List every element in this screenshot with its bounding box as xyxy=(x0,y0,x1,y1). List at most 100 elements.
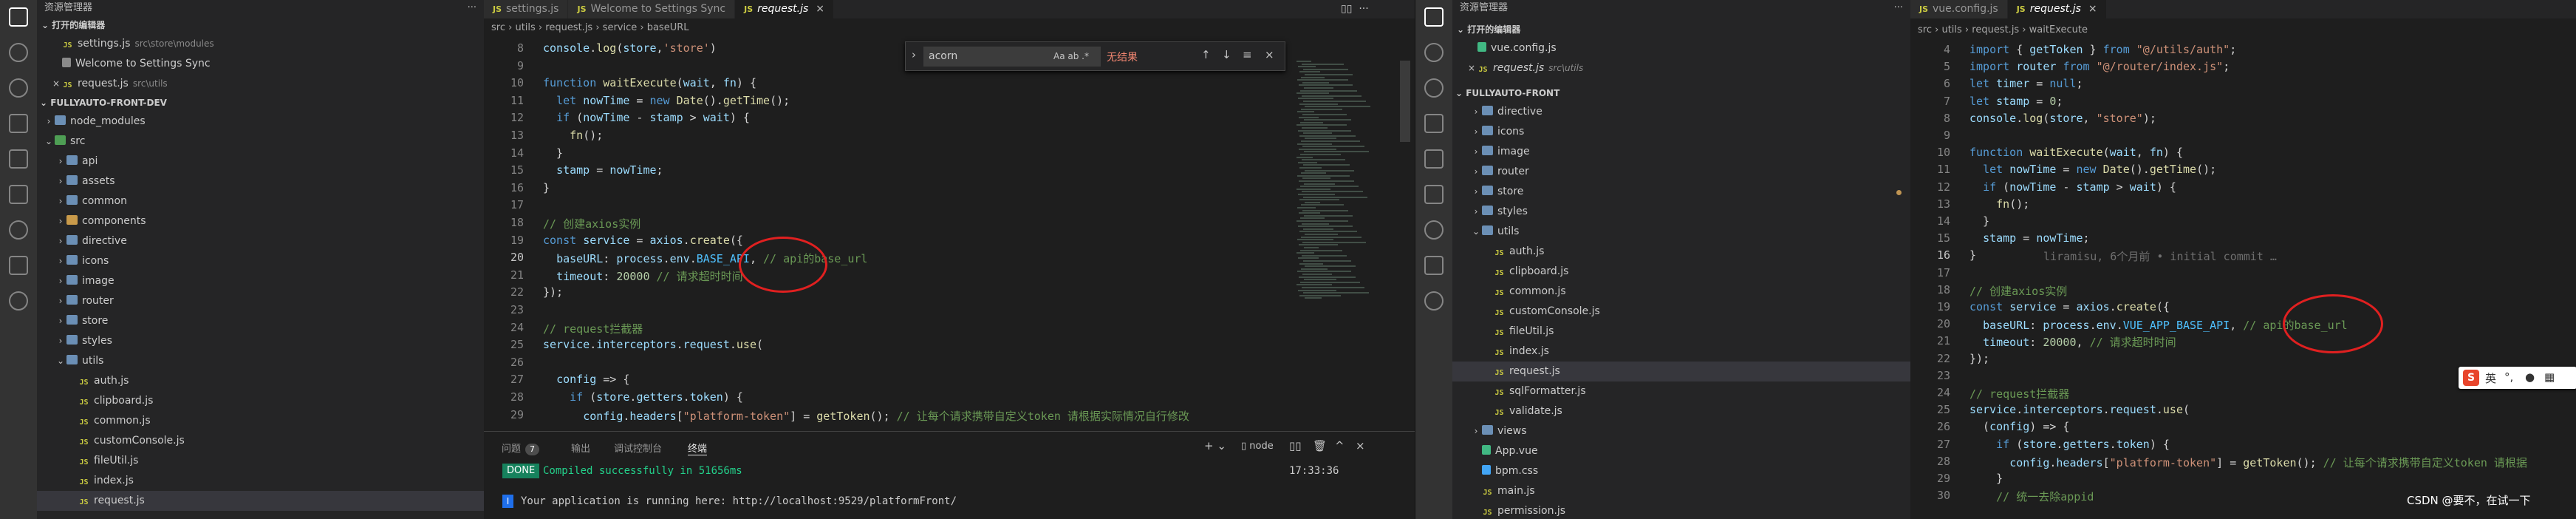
explorer-icon[interactable] xyxy=(1424,7,1444,27)
editor-tab[interactable]: JS Welcome to Settings Sync xyxy=(568,0,736,18)
breadcrumb-item[interactable]: request.js xyxy=(545,22,592,33)
ime-keyboard-icon[interactable]: ▦ xyxy=(2544,370,2555,384)
close-tab-icon[interactable]: × xyxy=(816,3,824,15)
breadcrumb-item[interactable]: baseURL xyxy=(647,22,689,33)
search-icon[interactable] xyxy=(1424,43,1444,62)
tree-item-src[interactable]: ⌄ src xyxy=(37,132,484,152)
open-editors-header[interactable]: ⌄ 打开的编辑器 xyxy=(1452,21,1910,38)
tree-item-clipboard-js[interactable]: JS clipboard.js xyxy=(37,391,484,411)
split-terminal-icon[interactable]: ▯▯ xyxy=(1289,439,1302,452)
project-header[interactable]: ⌄ FULLYAUTO-FRONT xyxy=(1452,84,1910,102)
source-control-icon[interactable] xyxy=(1424,78,1444,98)
maximize-panel-icon[interactable]: ^ xyxy=(1335,439,1345,452)
explorer-icon[interactable] xyxy=(9,7,28,27)
ime-toolbar[interactable]: S 英 °, ● ▦ xyxy=(2459,367,2576,389)
terminal-name[interactable]: ▯ node xyxy=(1241,441,1274,452)
tree-item-auth-js[interactable]: JS auth.js xyxy=(1452,242,1910,262)
project-header[interactable]: ⌄ FULLYAUTO-FRONT-DEV xyxy=(37,94,484,112)
run-debug-icon[interactable] xyxy=(9,114,28,133)
search-icon[interactable] xyxy=(9,43,28,62)
split-editor-icon[interactable]: ▯▯ xyxy=(1341,3,1352,15)
tree-item-icons[interactable]: › icons xyxy=(37,251,484,271)
toggle-replace-icon[interactable]: › xyxy=(912,48,916,61)
vue-icon[interactable] xyxy=(1424,185,1444,204)
tree-item-request-js[interactable]: JS request.js xyxy=(1452,362,1910,381)
tree-item-icons[interactable]: › icons xyxy=(1452,122,1910,142)
breadcrumb-item[interactable]: request.js xyxy=(1972,24,2019,35)
close-editor-icon[interactable]: × xyxy=(1466,58,1477,78)
tree-item-router[interactable]: › router xyxy=(37,291,484,311)
code-editor[interactable]: 4 import { getToken } from "@/utils/auth"… xyxy=(1910,43,2576,519)
new-terminal-icon[interactable]: + ⌄ xyxy=(1204,439,1226,452)
editor-tab[interactable]: JS request.js × xyxy=(2007,0,2107,18)
breadcrumb-item[interactable]: src xyxy=(491,22,505,33)
tree-item-directive[interactable]: › directive xyxy=(1452,102,1910,122)
git-graph-icon[interactable] xyxy=(9,220,28,240)
open-editor-item[interactable]: vue.config.js xyxy=(1452,38,1910,58)
breadcrumb-item[interactable]: utils xyxy=(1941,24,1961,35)
editor-tab[interactable]: JS vue.config.js xyxy=(1910,0,2008,18)
open-editor-item[interactable]: Welcome to Settings Sync xyxy=(37,54,484,74)
editor-scrollbar[interactable] xyxy=(1400,61,1410,142)
close-panel-icon[interactable]: × xyxy=(1356,439,1365,452)
ime-punctuation-icon[interactable]: °, xyxy=(2504,370,2513,384)
tree-item-fileutil-js[interactable]: JS fileUtil.js xyxy=(1452,322,1910,342)
tree-item-index-js[interactable]: JS index.js xyxy=(1452,342,1910,362)
editor-tab[interactable]: JS request.js × xyxy=(735,0,835,18)
minimap[interactable] xyxy=(1296,61,1385,312)
run-debug-icon[interactable] xyxy=(1424,114,1444,133)
tree-item-store[interactable]: › store xyxy=(37,311,484,331)
tree-item-customconsole-js[interactable]: JS customConsole.js xyxy=(1452,302,1910,322)
ime-mic-icon[interactable]: ● xyxy=(2525,370,2535,384)
extensions-icon[interactable] xyxy=(1424,149,1444,169)
extra-tools-icon[interactable] xyxy=(1424,256,1444,275)
tree-item-customconsole-js[interactable]: JS customConsole.js xyxy=(37,431,484,451)
git-graph-icon[interactable] xyxy=(1424,220,1444,240)
tree-item-index-js[interactable]: JS index.js xyxy=(37,471,484,491)
more-actions-icon[interactable]: ··· xyxy=(468,0,476,16)
tree-item-validate-js[interactable]: JS validate.js xyxy=(1452,401,1910,421)
breadcrumb-item[interactable]: waitExecute xyxy=(2029,24,2088,35)
tab-output[interactable]: 输出 xyxy=(571,441,590,455)
tree-item-common-js[interactable]: JS common.js xyxy=(1452,282,1910,302)
tab-debug-console[interactable]: 调试控制台 xyxy=(614,441,662,455)
more-actions-icon[interactable]: ··· xyxy=(1894,0,1903,16)
find-options-icon[interactable]: Aa ab .* xyxy=(1053,51,1089,61)
tree-item-image[interactable]: › image xyxy=(1452,142,1910,162)
tree-item-common-js[interactable]: JS common.js xyxy=(37,411,484,431)
tree-item-components[interactable]: › components xyxy=(37,211,484,231)
open-editor-item[interactable]: JS settings.js src\store\modules xyxy=(37,34,484,54)
tree-item-app-vue[interactable]: App.vue xyxy=(1452,441,1910,461)
previous-match-icon[interactable]: ↑ xyxy=(1201,48,1211,61)
tree-item-node_modules[interactable]: › node_modules xyxy=(37,112,484,132)
tree-item-styles[interactable]: › styles xyxy=(1452,202,1910,222)
next-match-icon[interactable]: ↓ xyxy=(1222,48,1231,61)
tree-item-main-js[interactable]: JS main.js xyxy=(1452,481,1910,501)
tab-terminal[interactable]: 终端 xyxy=(688,441,708,455)
tree-item-store[interactable]: › store xyxy=(1452,182,1910,202)
code-editor[interactable]: 8 console.log(store,'store') 9 10 function w… xyxy=(484,41,1296,426)
tree-item-styles[interactable]: › styles xyxy=(37,331,484,351)
close-tab-icon[interactable]: × xyxy=(2088,3,2097,15)
tree-item-bpm-css[interactable]: bpm.css xyxy=(1452,461,1910,481)
more-editor-actions-icon[interactable]: ··· xyxy=(1359,3,1368,15)
vue-icon[interactable] xyxy=(9,185,28,204)
tree-item-directive[interactable]: › directive xyxy=(37,231,484,251)
tree-item-auth-js[interactable]: JS auth.js xyxy=(37,371,484,391)
remote-icon[interactable] xyxy=(9,291,28,311)
open-editor-item[interactable]: × JS request.js src\utils xyxy=(1452,58,1910,78)
open-editor-item[interactable]: × JS request.js src\utils xyxy=(37,74,484,94)
tab-problems[interactable]: 问题 7 xyxy=(502,441,540,455)
tree-item-permission-js[interactable]: JS permission.js xyxy=(1452,501,1910,519)
kill-terminal-icon[interactable]: 🗑 xyxy=(1313,439,1327,452)
tree-item-utils[interactable]: ⌄ utils xyxy=(1452,222,1910,242)
tree-item-views[interactable]: › views xyxy=(1452,421,1910,441)
close-find-icon[interactable]: × xyxy=(1265,48,1274,61)
tree-item-router[interactable]: › router xyxy=(1452,162,1910,182)
editor-tab[interactable]: JS settings.js xyxy=(484,0,569,18)
breadcrumb-item[interactable]: src xyxy=(1918,24,1932,35)
tree-item-api[interactable]: › api xyxy=(37,152,484,172)
tree-item-assets[interactable]: › assets xyxy=(37,172,484,191)
tree-item-image[interactable]: › image xyxy=(37,271,484,291)
extra-tools-icon[interactable] xyxy=(9,256,28,275)
